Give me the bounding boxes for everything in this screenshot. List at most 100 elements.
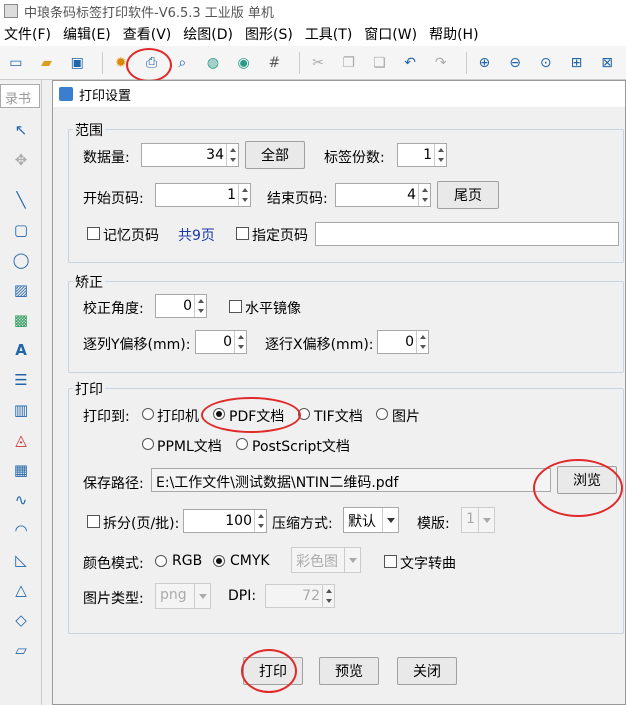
stepper-arrows-icon[interactable] [238,184,250,206]
menu-shape[interactable]: 图形(S) [245,24,299,44]
zoom-out-icon[interactable]: ⊖ [503,51,527,75]
print-preview-icon[interactable]: ⌕ [170,51,194,75]
remember-page-checkbox[interactable] [87,227,100,240]
dpi-stepper[interactable]: 72 [265,584,335,608]
menu-tools[interactable]: 工具(T) [305,24,358,44]
radio-postscript[interactable] [236,438,248,450]
radio-cmyk[interactable] [213,555,225,567]
preview-button[interactable]: 预览 [319,657,379,685]
split-checkbox[interactable] [87,515,100,528]
chevron-down-icon[interactable] [344,548,360,572]
range-legend: 范围 [73,120,105,140]
data-source-icon[interactable]: ◉ [232,51,256,75]
menu-help[interactable]: 帮助(H) [429,24,484,44]
new-icon[interactable]: ▭ [4,51,28,75]
fit-page-icon[interactable]: ⊠ [595,51,619,75]
open-folder-icon[interactable]: ▰ [35,51,59,75]
copy-icon[interactable]: ❐ [337,51,361,75]
polygon-tool-icon[interactable]: ◺ [9,548,33,572]
color-image-select[interactable]: 彩色图 [291,547,361,573]
data-count-stepper[interactable]: 34 [141,143,239,167]
all-button[interactable]: 全部 [245,141,305,169]
undo-icon[interactable]: ↶ [398,51,422,75]
stepper-arrows-icon[interactable] [418,184,430,206]
zoom-in-icon[interactable]: ⊕ [473,51,497,75]
total-pages: 共9页 [178,228,215,244]
copies-value: 1 [423,147,432,163]
dpi-label: DPI: [228,588,257,604]
window-title: 中琅条码标签打印软件-V6.5.3 工业版 单机 [24,5,274,21]
end-page-stepper[interactable]: 4 [335,183,431,207]
stepper-arrows-icon[interactable] [194,295,206,317]
text-curve-checkbox[interactable] [384,555,397,568]
rectangle-tool-icon[interactable]: ▢ [9,218,33,242]
menu-view[interactable]: 查看(V) [123,24,178,44]
picture-tool-icon[interactable]: ▩ [9,308,33,332]
image-type-value: png [160,587,187,603]
arc-tool-icon[interactable]: ◠ [9,518,33,542]
zoom-actual-icon[interactable]: ⊙ [534,51,558,75]
chevron-down-icon[interactable] [478,508,494,532]
menu-window[interactable]: 窗口(W) [364,24,423,44]
pan-tool-icon[interactable]: ✥ [9,148,33,172]
save-icon[interactable]: ▣ [65,51,89,75]
save-path-input[interactable]: E:\工作文件\测试数据\NTIN二维码.pdf [151,468,551,492]
stepper-arrows-icon[interactable] [434,144,446,166]
grid-icon[interactable]: # [262,51,286,75]
compress-select[interactable]: 默认 [343,507,399,533]
print-settings-icon [59,87,73,101]
radio-printer-label: 打印机 [157,409,199,425]
parallelogram-tool-icon[interactable]: ▱ [9,638,33,662]
select-pointer-icon[interactable]: ↖ [9,118,33,142]
browse-button-highlight [533,459,623,517]
image-tool-icon[interactable]: ▨ [9,278,33,302]
chevron-down-icon[interactable] [382,508,398,532]
specify-page-input[interactable] [315,222,619,246]
barcode-tool-icon[interactable]: ▥ [9,398,33,422]
y-offset-stepper[interactable]: 0 [195,330,247,354]
stepper-arrows-icon[interactable] [254,510,266,532]
color-mode-label: 颜色模式: [83,556,144,572]
radio-rgb[interactable] [155,555,167,567]
stepper-arrows-icon[interactable] [416,331,428,353]
radio-printer[interactable] [142,408,154,420]
stepper-arrows-icon[interactable] [234,331,246,353]
redo-icon[interactable]: ↷ [429,51,453,75]
text-tool-icon[interactable]: A [9,338,33,362]
angle-stepper[interactable]: 0 [155,294,207,318]
close-button[interactable]: 关闭 [397,657,457,685]
fit-window-icon[interactable]: ⊞ [565,51,589,75]
print-legend: 打印 [73,379,105,399]
paste-icon[interactable]: ❏ [368,51,392,75]
template-label: 模版: [417,516,450,532]
ellipse-tool-icon[interactable]: ◯ [9,248,33,272]
copies-stepper[interactable]: 1 [397,143,447,167]
menu-file[interactable]: 文件(F) [4,24,57,44]
shape-tool-icon[interactable]: ◬ [9,428,33,452]
radio-ppml[interactable] [142,438,154,450]
image-type-select[interactable]: png [155,583,211,609]
x-offset-stepper[interactable]: 0 [377,330,429,354]
triangle-tool-icon[interactable]: △ [9,578,33,602]
curve-tool-icon[interactable]: ∿ [9,488,33,512]
specify-page-checkbox[interactable] [236,227,249,240]
cut-icon[interactable]: ✂ [306,51,330,75]
chevron-down-icon[interactable] [194,584,210,608]
split-stepper[interactable]: 100 [183,509,267,533]
last-page-button[interactable]: 尾页 [437,181,499,209]
start-page-stepper[interactable]: 1 [155,183,251,207]
qrcode-tool-icon[interactable]: ▦ [9,458,33,482]
menu-edit[interactable]: 编辑(E) [63,24,117,44]
menu-draw[interactable]: 绘图(D) [183,24,239,44]
diamond-tool-icon[interactable]: ◇ [9,608,33,632]
mirror-checkbox[interactable] [229,300,242,313]
line-tool-icon[interactable]: ╲ [9,188,33,212]
template-select[interactable]: 1 [461,507,495,533]
end-page-value: 4 [407,187,416,203]
database-icon[interactable]: ◍ [201,51,225,75]
stepper-arrows-icon[interactable] [226,144,238,166]
radio-image[interactable] [376,408,388,420]
stepper-arrows-icon[interactable] [322,585,334,607]
document-tab[interactable]: 录书 [0,84,40,108]
rich-text-tool-icon[interactable]: ☰ [9,368,33,392]
